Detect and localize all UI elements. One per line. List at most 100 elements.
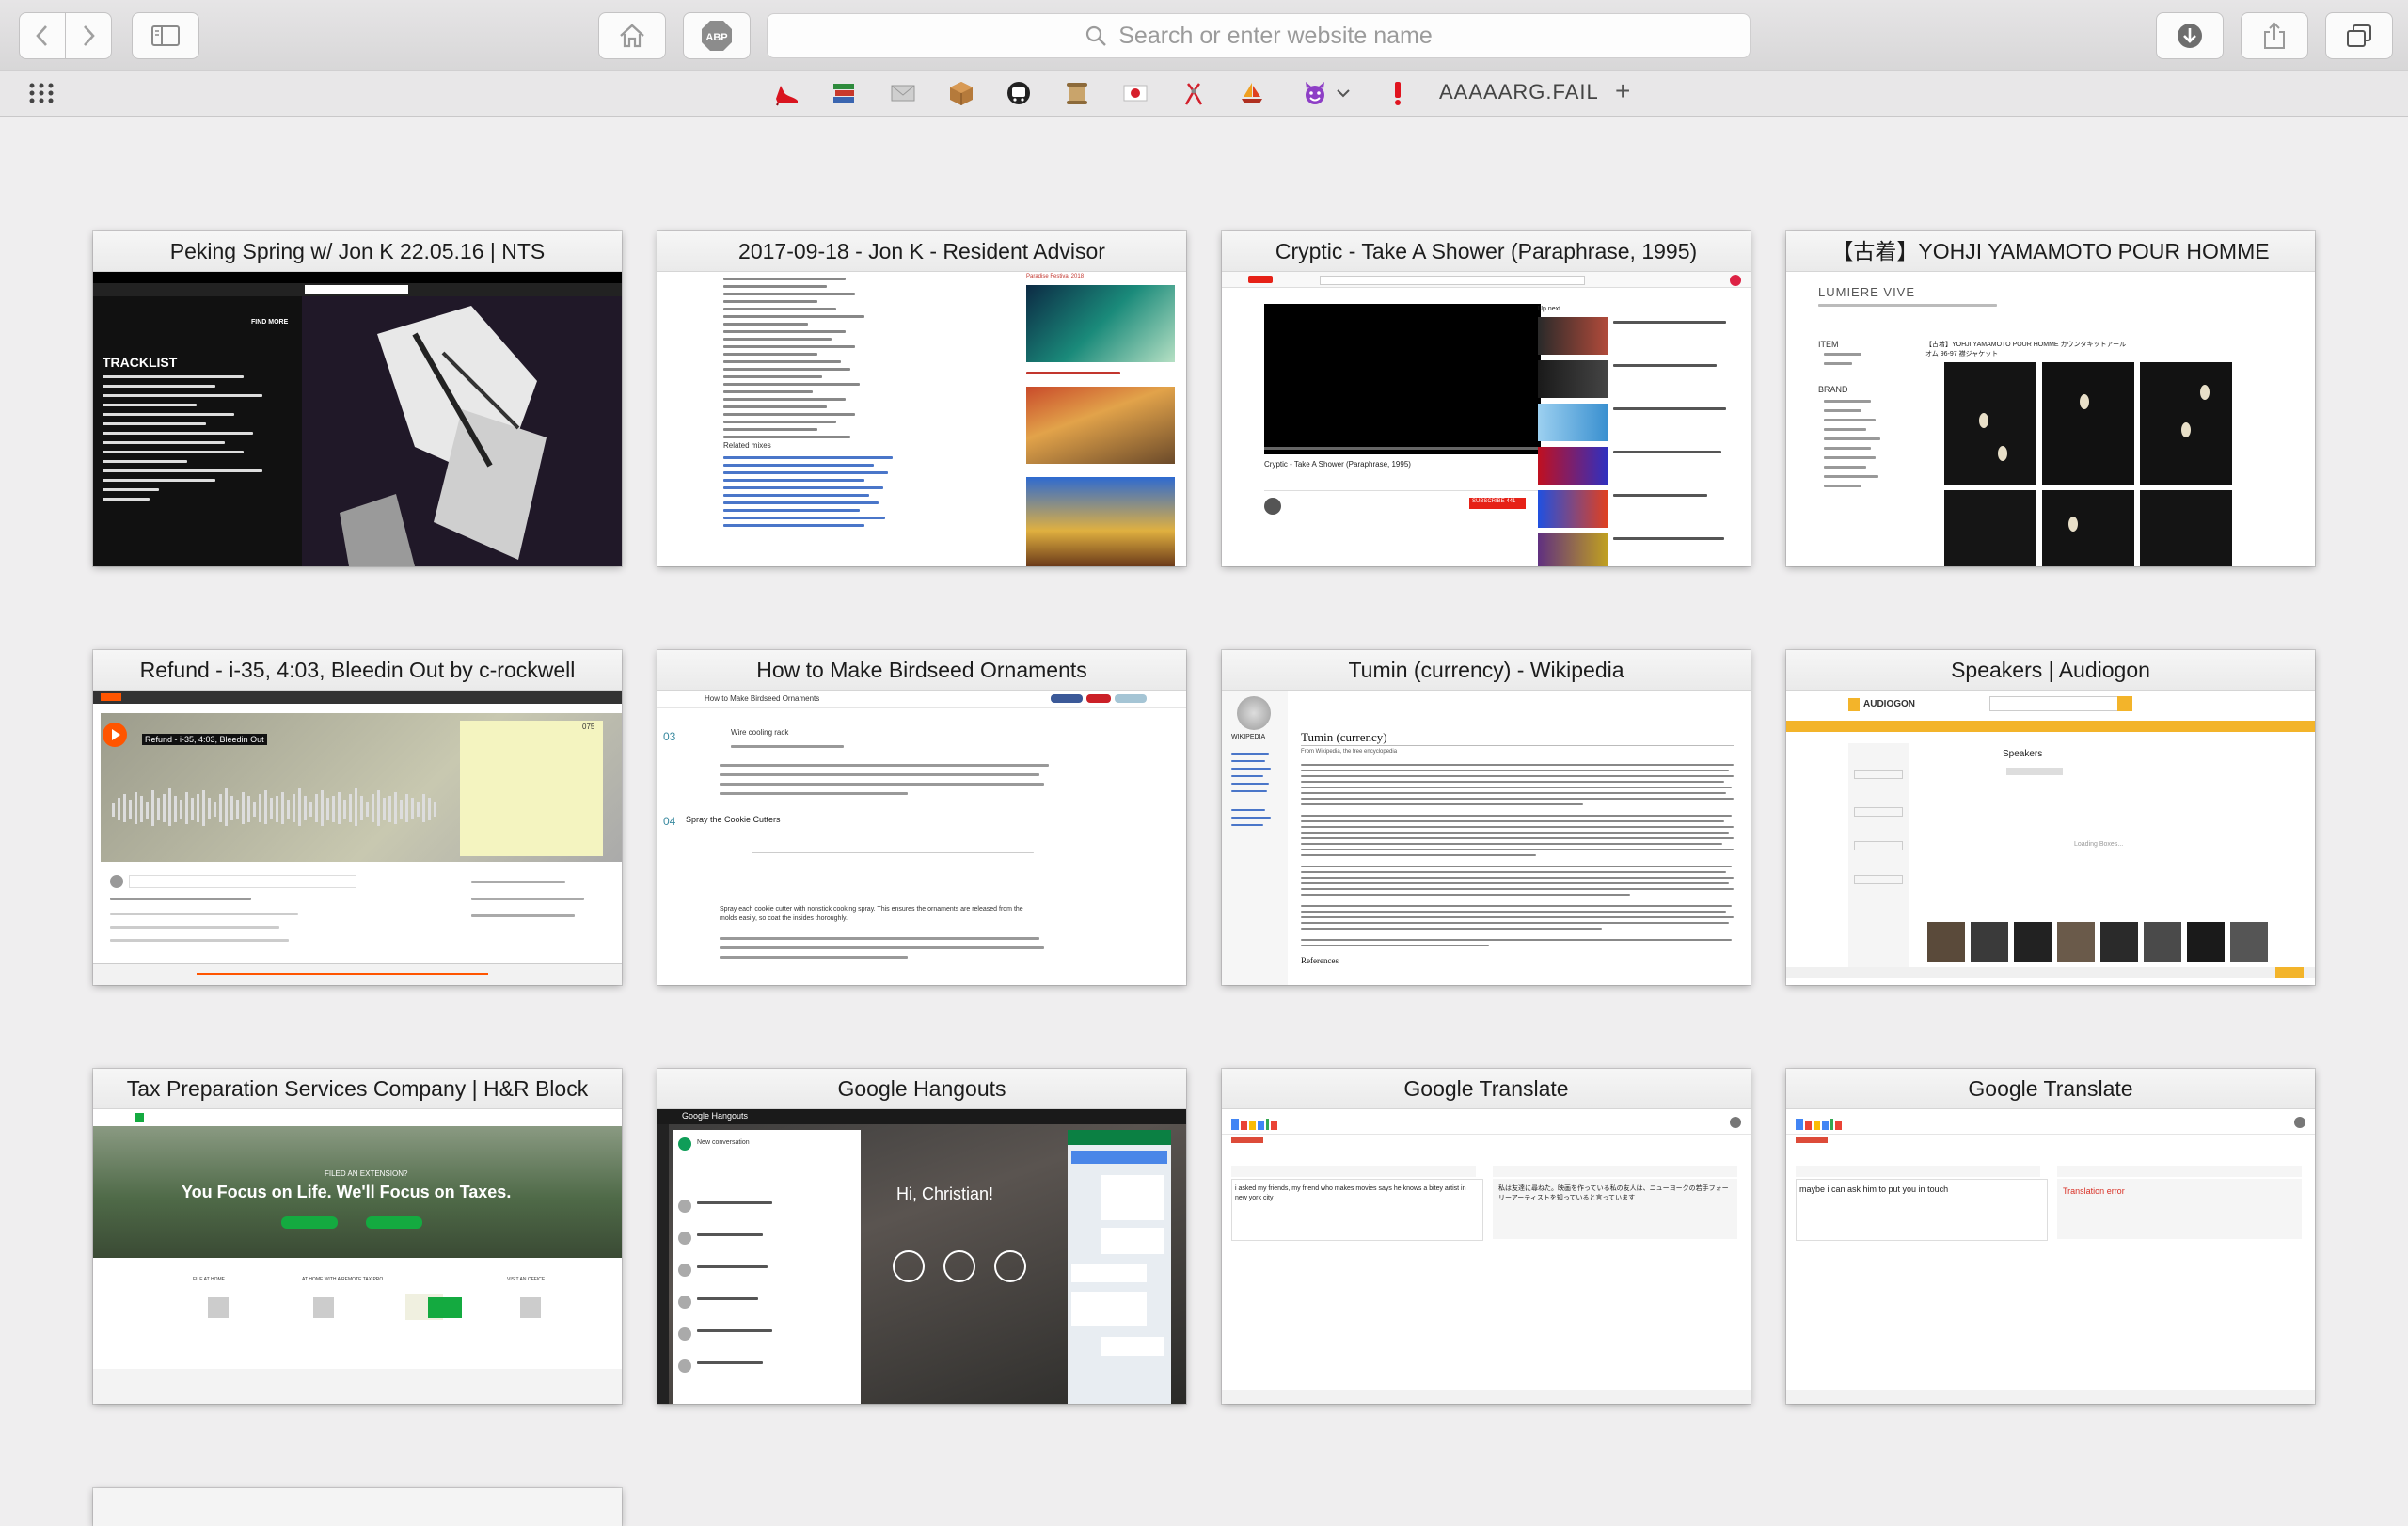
bookmark-aaaaarg[interactable]: AAAAARG.FAIL xyxy=(1439,80,1599,104)
tab-title: Speakers | Audiogon xyxy=(1786,650,2315,691)
forward-button[interactable] xyxy=(65,12,112,59)
tab-thumbnail: FILED AN EXTENSION? You Focus on Life. W… xyxy=(93,1109,622,1404)
spruce-step3-number: 03 xyxy=(663,730,676,743)
yohji-brand-label: BRAND xyxy=(1818,385,1848,394)
tab-thumbnail: i asked my friends, my friend who makes … xyxy=(1222,1109,1751,1404)
tab-title: 2017-09-18 - Jon K - Resident Advisor xyxy=(657,231,1186,272)
wiki-subtitle: From Wikipedia, the free encyclopedia xyxy=(1301,749,1398,755)
browser-toolbar: ABP Search or enter website name xyxy=(0,0,2408,70)
spruce-step4-number: 04 xyxy=(663,815,676,828)
address-bar[interactable]: Search or enter website name xyxy=(767,13,1751,58)
tab-card[interactable]: Google Hangouts Google Hangouts New conv… xyxy=(657,1069,1186,1404)
tab-card[interactable]: How to Make Birdseed Ornaments How to Ma… xyxy=(657,650,1186,985)
tab-thumbnail: Related mixes Paradise Festival 2018 xyxy=(657,272,1186,566)
tab-card-partial[interactable] xyxy=(93,1488,622,1526)
wiki-references: References xyxy=(1301,956,1339,965)
yohji-shop-name: LUMIERE VIVE xyxy=(1818,285,1916,299)
share-icon xyxy=(2264,22,2285,49)
home-button[interactable] xyxy=(598,12,666,59)
spruce-header-title: How to Make Birdseed Ornaments xyxy=(705,694,820,703)
tab-title: Refund - i-35, 4:03, Bleedin Out by c-ro… xyxy=(93,650,622,691)
tab-thumbnail: How to Make Birdseed Ornaments 03 Wire c… xyxy=(657,691,1186,985)
chevron-down-icon[interactable] xyxy=(1336,86,1351,101)
downloads-button[interactable] xyxy=(2156,12,2224,59)
hrb-banner: FILED AN EXTENSION? xyxy=(325,1169,408,1178)
hrb-col-remote: AT HOME WITH A REMOTE TAX PRO xyxy=(302,1277,384,1282)
shoe-icon[interactable] xyxy=(773,80,800,106)
tab-card[interactable]: Peking Spring w/ Jon K 22.05.16 | NTS TR… xyxy=(93,231,622,566)
scroll-icon[interactable] xyxy=(1064,80,1090,106)
back-button[interactable] xyxy=(19,12,66,59)
hrb-headline: You Focus on Life. We'll Focus on Taxes. xyxy=(182,1183,512,1201)
gt1-target-text: 私は友達に尋ねた。映画を作っている私の友人は、ニューヨークの若手フォーリーアーテ… xyxy=(1498,1185,1729,1201)
download-icon xyxy=(2178,24,2202,48)
sidebar-button[interactable] xyxy=(132,12,199,59)
tab-card[interactable]: 【古着】YOHJI YAMAMOTO POUR HOMME LUMIERE VI… xyxy=(1786,231,2315,566)
chevron-right-icon xyxy=(84,25,95,46)
hangouts-app-title: Google Hangouts xyxy=(682,1111,749,1121)
tab-thumbnail: LUMIERE VIVE ITEM BRAND 【古着】YOHJI YAMAMO… xyxy=(1786,272,2315,566)
exclamation-icon[interactable] xyxy=(1385,80,1411,106)
tab-title: Cryptic - Take A Shower (Paraphrase, 199… xyxy=(1222,231,1751,272)
ra-festival-label: Paradise Festival 2018 xyxy=(1026,274,1085,279)
audiogon-loading: Loading Boxes... xyxy=(2074,841,2124,848)
tab-card[interactable]: Cryptic - Take A Shower (Paraphrase, 199… xyxy=(1222,231,1751,566)
ribbon-icon[interactable] xyxy=(1180,80,1207,106)
svg-text:ABP: ABP xyxy=(705,32,727,43)
yohji-product-title: 【古着】YOHJI YAMAMOTO POUR HOMME カウンタキットアール… xyxy=(1925,342,2127,358)
spruce-step4-body: Spray each cookie cutter with nonstick c… xyxy=(720,906,1023,922)
adblock-plus-icon: ABP xyxy=(702,21,732,51)
add-bookmark-button[interactable]: + xyxy=(1615,76,1630,106)
apps-grid-icon[interactable] xyxy=(28,82,55,104)
tab-card[interactable]: Google Translate i asked my friends, my … xyxy=(1222,1069,1751,1404)
tab-card[interactable]: Google Translate maybe i can ask him to … xyxy=(1786,1069,2315,1404)
tab-title: Google Hangouts xyxy=(657,1069,1186,1109)
nts-tracklist-heading: TRACKLIST xyxy=(103,355,178,370)
tab-title: Tumin (currency) - Wikipedia xyxy=(1222,650,1751,691)
subway-icon[interactable] xyxy=(1006,80,1032,106)
google-logo xyxy=(1231,1119,1277,1130)
share-button[interactable] xyxy=(2241,12,2308,59)
favorites-bar: AAAAARG.FAIL + xyxy=(0,70,2408,117)
yt-subscribe: SUBSCRIBE 441 xyxy=(1472,499,1516,504)
tab-thumbnail: Google Hangouts New conversation Hi, Chr… xyxy=(657,1109,1186,1404)
devil-icon[interactable] xyxy=(1302,80,1328,106)
sailboat-icon[interactable] xyxy=(1239,80,1265,106)
tab-card[interactable]: Tumin (currency) - Wikipedia WIKIPEDIA T… xyxy=(1222,650,1751,985)
address-placeholder: Search or enter website name xyxy=(1118,22,1433,49)
tab-card[interactable]: Refund - i-35, 4:03, Bleedin Out by c-ro… xyxy=(93,650,622,985)
hrb-col-file-at-home: FILE AT HOME xyxy=(193,1277,225,1282)
tab-title: Tax Preparation Services Company | H&R B… xyxy=(93,1069,622,1109)
hrb-col-visit: VISIT AN OFFICE xyxy=(507,1277,546,1282)
tab-title: Google Translate xyxy=(1786,1069,2315,1109)
package-icon[interactable] xyxy=(948,80,974,106)
spruce-step4-heading: Spray the Cookie Cutters xyxy=(686,815,781,824)
audiogon-heading: Speakers xyxy=(2003,749,2043,759)
hangouts-new-conversation: New conversation xyxy=(697,1139,750,1146)
tab-thumbnail: WIKIPEDIA Tumin (currency) From Wikipedi… xyxy=(1222,691,1751,985)
sc-track-title: Refund - i-35, 4:03, Bleedin Out xyxy=(142,734,267,745)
tab-thumbnail: maybe i can ask him to put you in touch … xyxy=(1786,1109,2315,1404)
nts-find-more: FIND MORE xyxy=(251,319,289,326)
sc-count: 075 xyxy=(582,723,595,731)
tab-card[interactable]: Speakers | Audiogon AUDIOGON Speakers Lo… xyxy=(1786,650,2315,985)
spruce-step3-item: Wire cooling rack xyxy=(731,728,789,737)
tab-card[interactable]: Tax Preparation Services Company | H&R B… xyxy=(93,1069,622,1404)
tab-title: How to Make Birdseed Ornaments xyxy=(657,650,1186,691)
yt-up-next: Up next xyxy=(1538,306,1561,312)
tab-overview-icon xyxy=(2347,24,2371,47)
yohji-item-label: ITEM xyxy=(1818,340,1839,349)
hangouts-greeting: Hi, Christian! xyxy=(896,1184,994,1203)
google-logo xyxy=(1796,1119,1842,1130)
tab-card[interactable]: 2017-09-18 - Jon K - Resident Advisor Re… xyxy=(657,231,1186,566)
yt-video-title: Cryptic - Take A Shower (Paraphrase, 199… xyxy=(1264,460,1411,469)
books-icon[interactable] xyxy=(831,80,857,106)
adblock-button[interactable]: ABP xyxy=(683,12,751,59)
envelope-icon[interactable] xyxy=(890,80,916,106)
gt2-target-text: Translation error xyxy=(2063,1186,2125,1196)
tab-overview-button[interactable] xyxy=(2325,12,2393,59)
tab-title: Google Translate xyxy=(1222,1069,1751,1109)
wiki-article-title: Tumin (currency) xyxy=(1301,730,1387,744)
sidebar-icon xyxy=(151,25,180,46)
flag-japan-icon[interactable] xyxy=(1122,80,1149,106)
